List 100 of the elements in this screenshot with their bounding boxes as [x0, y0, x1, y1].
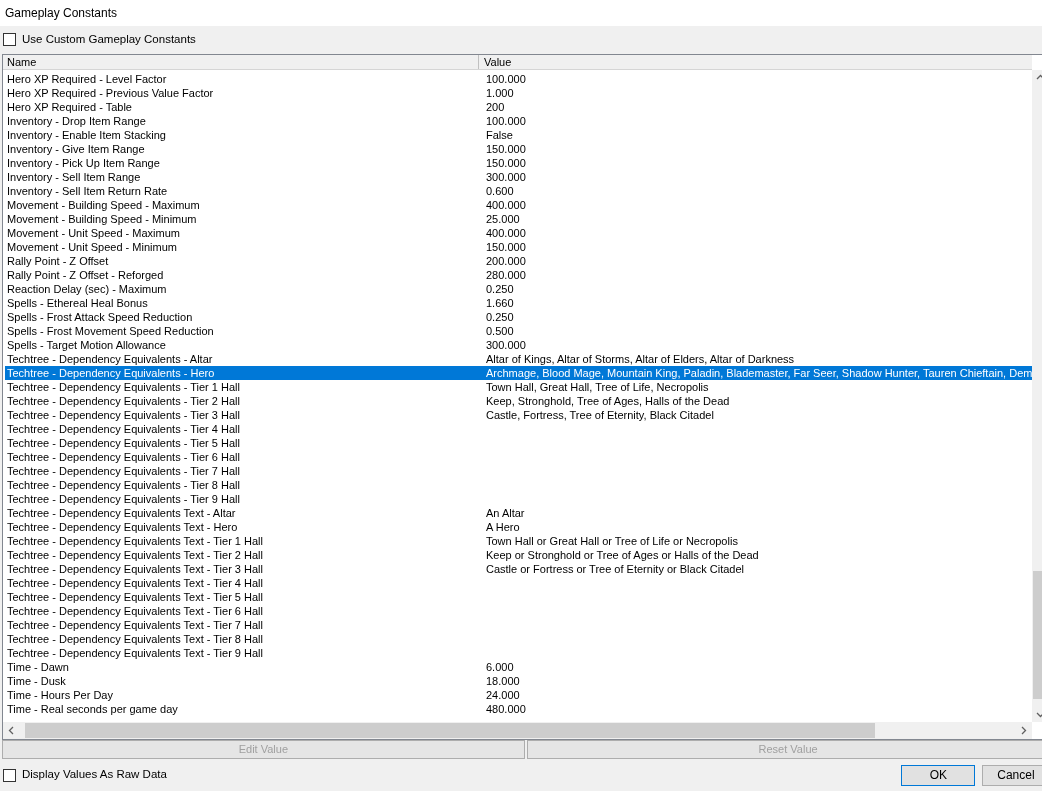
constant-name: Spells - Ethereal Heal Bonus: [6, 295, 149, 310]
list-row[interactable]: Techtree - Dependency Equivalents - Tier 4 Hall: [5, 421, 1033, 436]
constant-name: Inventory - Drop Item Range: [6, 113, 147, 128]
constant-name: Techtree - Dependency Equivalents - Tier 7 Hall: [6, 463, 241, 478]
scroll-down-icon[interactable]: [1035, 712, 1042, 719]
list-row[interactable]: Reaction Delay (sec) - Maximum 0.250: [5, 281, 1033, 296]
constant-value: 280.000: [485, 267, 526, 282]
constant-name: Movement - Unit Speed - Minimum: [6, 239, 178, 254]
list-row[interactable]: Hero XP Required - Level Factor 100.000: [5, 71, 1033, 86]
list-row[interactable]: Techtree - Dependency Equivalents Text - Tier 7 Hall: [5, 617, 1033, 632]
list-row[interactable]: Techtree - Dependency Equivalents Text - Tier 6 Hall: [5, 603, 1033, 618]
list-row[interactable]: Inventory - Sell Item Return Rate 0.600: [5, 183, 1033, 198]
scrollbar-thumb[interactable]: [25, 723, 875, 739]
constant-name: Techtree - Dependency Equivalents Text - Hero: [6, 519, 239, 534]
list-row[interactable]: Inventory - Give Item Range 150.000: [5, 141, 1033, 156]
column-header[interactable]: Value: [479, 54, 1033, 69]
list-row[interactable]: Time - Dawn 6.000: [5, 659, 1033, 674]
list-row[interactable]: Movement - Building Speed - Maximum 400.000: [5, 197, 1033, 212]
constant-name: Inventory - Pick Up Item Range: [6, 155, 161, 170]
constant-name: Techtree - Dependency Equivalents - Tier 8 Hall: [6, 477, 241, 492]
list-row[interactable]: Techtree - Dependency Equivalents Text - Tier 5 Hall: [5, 589, 1033, 604]
list-row[interactable]: Time - Real seconds per game day 480.000: [5, 701, 1033, 716]
constant-name: Techtree - Dependency Equivalents Text - Tier 5 Hall: [6, 589, 264, 604]
list-row[interactable]: Techtree - Dependency Equivalents - Tier 3 Hall Castle, Fortress, Tree of Eternity, Black Citadel: [5, 407, 1033, 422]
scroll-right-icon[interactable]: [1021, 726, 1028, 736]
list-row[interactable]: Time - Hours Per Day 24.000: [5, 687, 1033, 702]
constant-name: Rally Point - Z Offset: [6, 253, 110, 268]
constant-name: Inventory - Give Item Range: [6, 141, 146, 156]
constant-name: Techtree - Dependency Equivalents Text - Tier 7 Hall: [6, 617, 264, 632]
constant-value: 150.000: [485, 155, 526, 170]
list-row[interactable]: Techtree - Dependency Equivalents - Tier 6 Hall: [5, 449, 1033, 464]
constant-name: Rally Point - Z Offset - Reforged: [6, 267, 165, 282]
list-row[interactable]: Time - Dusk 18.000: [5, 673, 1033, 688]
constant-value: 400.000: [485, 197, 526, 212]
list-row[interactable]: Hero XP Required - Table 200: [5, 99, 1033, 114]
cancel-button[interactable]: Cancel: [982, 764, 1042, 786]
list-row[interactable]: Techtree - Dependency Equivalents - Tier 5 Hall: [5, 435, 1033, 450]
scroll-left-icon[interactable]: [8, 726, 14, 736]
constant-name: Movement - Building Speed - Maximum: [6, 197, 201, 212]
constant-value: 400.000: [485, 225, 526, 240]
constant-name: Spells - Frost Attack Speed Reduction: [6, 309, 194, 324]
list-row[interactable]: Techtree - Dependency Equivalents Text - Tier 2 Hall Keep or Stronghold or Tree of Ages or Halls of the Dead: [5, 547, 1033, 562]
constant-value: 0.250: [485, 309, 514, 324]
constant-value: 1.660: [485, 295, 514, 310]
list-row[interactable]: Techtree - Dependency Equivalents - Hero Archmage, Blood Mage, Mountain King, Paladin, Blademaster, Far Seer, Shadow Hunter, Tauren Chieftain, Dem: [5, 365, 1033, 380]
constant-name: Time - Dusk: [6, 673, 67, 688]
constant-name: Techtree - Dependency Equivalents Text - Tier 9 Hall: [6, 645, 264, 660]
list-row[interactable]: Techtree - Dependency Equivalents Text - Tier 9 Hall: [5, 645, 1033, 660]
list-row[interactable]: Techtree - Dependency Equivalents - Tier 2 Hall Keep, Stronghold, Tree of Ages, Halls of the Dead: [5, 393, 1033, 408]
checkbox-label: Use Custom Gameplay Constants: [22, 32, 196, 48]
checkbox[interactable]: [3, 33, 16, 47]
constant-name: Techtree - Dependency Equivalents Text - Tier 2 Hall: [6, 547, 264, 562]
list-row[interactable]: Spells - Ethereal Heal Bonus 1.660: [5, 295, 1033, 310]
list-row[interactable]: Rally Point - Z Offset 200.000: [5, 253, 1033, 268]
list-row[interactable]: Techtree - Dependency Equivalents - Altar Altar of Kings, Altar of Storms, Altar of Elders, Altar of Darkness: [5, 351, 1033, 366]
list-row[interactable]: Techtree - Dependency Equivalents - Tier 9 Hall: [5, 491, 1033, 506]
list-row[interactable]: Techtree - Dependency Equivalents - Tier 7 Hall: [5, 463, 1033, 478]
checkbox[interactable]: [3, 768, 16, 782]
list-row[interactable]: Rally Point - Z Offset - Reforged 280.000: [5, 267, 1033, 282]
constant-value: An Altar: [485, 505, 525, 520]
list-row[interactable]: Techtree - Dependency Equivalents Text - Tier 3 Hall Castle or Fortress or Tree of Eternity or Black Citadel: [5, 561, 1033, 576]
constant-value: 24.000: [485, 687, 520, 702]
horizontal-scrollbar[interactable]: [3, 722, 1033, 740]
constant-name: Techtree - Dependency Equivalents - Tier 9 Hall: [6, 491, 241, 506]
list-row[interactable]: Movement - Building Speed - Minimum 25.000: [5, 211, 1033, 226]
list-row[interactable]: Movement - Unit Speed - Maximum 400.000: [5, 225, 1033, 240]
list-row[interactable]: Spells - Target Motion Allowance 300.000: [5, 337, 1033, 352]
checkbox-label: Display Values As Raw Data: [22, 767, 167, 783]
constant-name: Inventory - Enable Item Stacking: [6, 127, 167, 142]
list-row[interactable]: Techtree - Dependency Equivalents Text - Tier 1 Hall Town Hall or Great Hall or Tree of Life or Necropolis: [5, 533, 1033, 548]
scroll-up-icon[interactable]: [1035, 73, 1042, 80]
list-row[interactable]: Techtree - Dependency Equivalents Text - Hero A Hero: [5, 519, 1033, 534]
list-row[interactable]: Inventory - Sell Item Range 300.000: [5, 169, 1033, 184]
list-row[interactable]: Techtree - Dependency Equivalents - Tier 8 Hall: [5, 477, 1033, 492]
constant-name: Techtree - Dependency Equivalents - Hero: [6, 365, 216, 380]
ok-button[interactable]: OK: [901, 764, 976, 786]
constant-name: Techtree - Dependency Equivalents - Tier 6 Hall: [6, 449, 241, 464]
column-header[interactable]: Name: [3, 54, 479, 69]
list-row[interactable]: Inventory - Pick Up Item Range 150.000: [5, 155, 1033, 170]
list-row[interactable]: Techtree - Dependency Equivalents - Tier 1 Hall Town Hall, Great Hall, Tree of Life, Necropolis: [5, 379, 1033, 394]
list-row[interactable]: Techtree - Dependency Equivalents Text - Altar An Altar: [5, 505, 1033, 520]
constant-value: Altar of Kings, Altar of Storms, Altar of Elders, Altar of Darkness: [485, 351, 795, 366]
list-row[interactable]: Inventory - Drop Item Range 100.000: [5, 113, 1033, 128]
list-row[interactable]: Techtree - Dependency Equivalents Text - Tier 8 Hall: [5, 631, 1033, 646]
list-row[interactable]: Movement - Unit Speed - Minimum 150.000: [5, 239, 1033, 254]
constant-name: Inventory - Sell Item Return Rate: [6, 183, 169, 198]
list-row[interactable]: Spells - Frost Attack Speed Reduction 0.250: [5, 309, 1033, 324]
constant-name: Spells - Target Motion Allowance: [6, 337, 167, 352]
constant-value: Keep or Stronghold or Tree of Ages or Halls of the Dead: [485, 547, 759, 562]
list-row[interactable]: Hero XP Required - Previous Value Factor 1.000: [5, 85, 1033, 100]
list-row[interactable]: Techtree - Dependency Equivalents Text - Tier 4 Hall: [5, 575, 1033, 590]
constant-value: 0.600: [485, 183, 514, 198]
constant-value: 100.000: [485, 71, 526, 86]
constant-value: 150.000: [485, 239, 526, 254]
constant-name: Techtree - Dependency Equivalents Text - Tier 6 Hall: [6, 603, 264, 618]
list-row[interactable]: Spells - Frost Movement Speed Reduction 0.500: [5, 323, 1033, 338]
constant-name: Reaction Delay (sec) - Maximum: [6, 281, 168, 296]
list-row[interactable]: Inventory - Enable Item Stacking False: [5, 127, 1033, 142]
constant-value: 200: [485, 99, 505, 114]
constant-value: Archmage, Blood Mage, Mountain King, Paladin, Blademaster, Far Seer, Shadow Hunter, Tauren Chieftain, Dem: [485, 365, 1033, 380]
